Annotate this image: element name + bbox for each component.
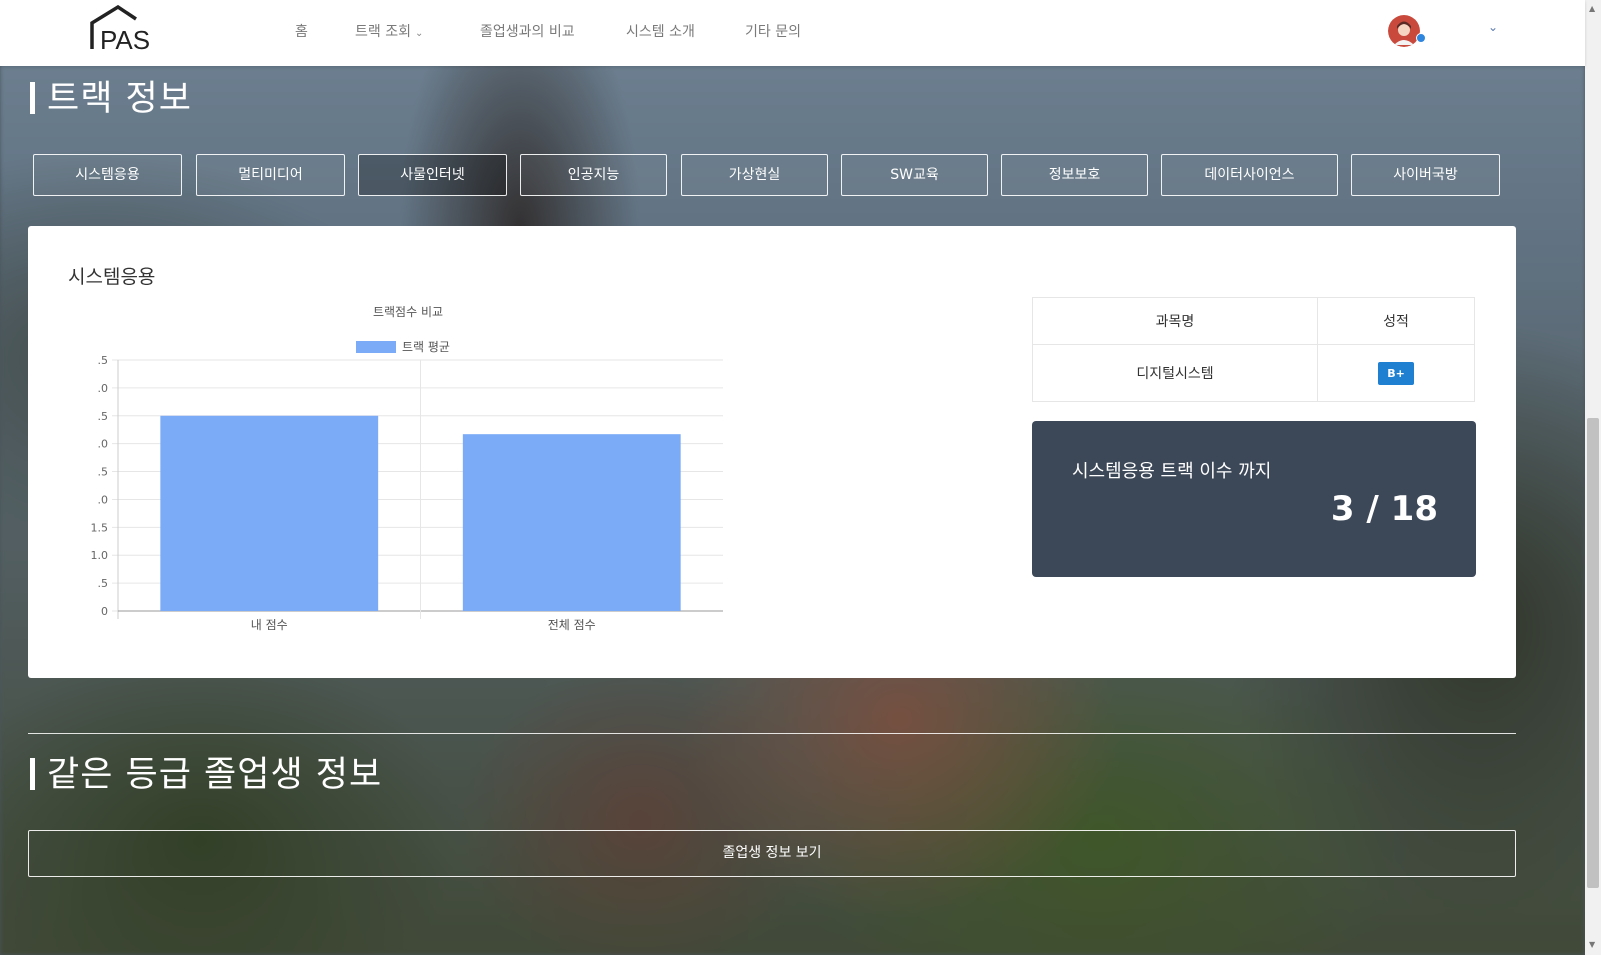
- y-tick-label: 1.0: [91, 549, 109, 562]
- nav-graduate-label: 졸업생과의 비교: [480, 24, 575, 40]
- course-table: 과목명 성적 디지털시스템 B+: [1032, 297, 1475, 402]
- nav-graduate-compare[interactable]: 졸업생과의 비교: [480, 21, 575, 41]
- bar-all-score: [462, 434, 681, 611]
- x-tick-label: 내 점수: [251, 618, 288, 632]
- pas-logo[interactable]: PAS: [88, 5, 158, 53]
- tab-info-security[interactable]: 정보보호: [1001, 154, 1148, 196]
- nav-other-inquiry[interactable]: 기타 문의: [745, 21, 801, 41]
- nav-home-label: 홈: [295, 24, 308, 40]
- avatar-icon: [1388, 15, 1420, 47]
- y-tick-label: .5: [98, 466, 109, 479]
- scroll-down-arrow-icon[interactable]: ▼: [1589, 940, 1595, 949]
- tab-iot[interactable]: 사물인터넷: [358, 154, 507, 196]
- header-course-name: 과목명: [1032, 297, 1318, 345]
- track-info-title: 트랙 정보: [30, 70, 192, 121]
- graduate-info-title-text: 같은 등급 졸업생 정보: [47, 755, 383, 795]
- chevron-down-icon: ⌄: [414, 28, 424, 39]
- card-title: 시스템응용: [68, 266, 156, 288]
- table-row: 디지털시스템 B+: [1032, 344, 1475, 402]
- nav-home[interactable]: 홈: [295, 21, 308, 41]
- progress-value: 3 / 18: [1330, 489, 1438, 529]
- y-tick-label: .0: [98, 438, 109, 451]
- progress-label: 시스템응용 트랙 이수 까지: [1072, 461, 1272, 482]
- y-tick-label: .5: [98, 354, 109, 367]
- tab-vr[interactable]: 가상현실: [681, 154, 828, 196]
- graduate-info-title: 같은 등급 졸업생 정보: [30, 746, 382, 797]
- online-status-dot: [1416, 33, 1426, 43]
- nav-track-label: 트랙 조회: [355, 24, 411, 40]
- legend-label: 트랙 평균: [402, 340, 450, 354]
- track-progress-box: 시스템응용 트랙 이수 까지 3 / 18: [1032, 421, 1476, 577]
- logo-text: PAS: [100, 25, 150, 53]
- chart-title: 트랙점수 비교: [373, 305, 443, 319]
- title-accent-bar: [30, 758, 35, 790]
- header-grade: 성적: [1317, 297, 1475, 345]
- y-tick-label: 1.5: [91, 521, 109, 534]
- tab-ai[interactable]: 인공지능: [520, 154, 667, 196]
- view-graduate-info-button[interactable]: 졸업생 정보 보기: [28, 830, 1516, 877]
- track-score-chart: 트랙점수 비교트랙 평균 0 .5 1.0 1.5 .0 .5 .0 .5 .0 .5 내 점수 전체 …: [58, 296, 758, 646]
- tab-multimedia[interactable]: 멀티미디어: [196, 154, 345, 196]
- scrollbar-thumb[interactable]: [1587, 418, 1599, 888]
- tab-sw-education[interactable]: SW교육: [841, 154, 988, 196]
- user-avatar[interactable]: [1388, 15, 1420, 47]
- tab-cyber-defense[interactable]: 사이버국방: [1351, 154, 1500, 196]
- title-accent-bar: [30, 82, 35, 114]
- track-detail-card: 시스템응용 트랙점수 비교트랙 평균 0 .5 1.0 1.5 .0 .5 .0 .5 .0 .5 내…: [28, 226, 1516, 678]
- nav-system-label: 시스템 소개: [626, 24, 695, 40]
- tab-system-application[interactable]: 시스템응용: [33, 154, 182, 196]
- nav-inquiry-label: 기타 문의: [745, 24, 801, 40]
- track-info-title-text: 트랙 정보: [47, 79, 192, 119]
- legend-swatch: [356, 341, 396, 353]
- nav-system-intro[interactable]: 시스템 소개: [626, 21, 695, 41]
- scroll-up-arrow-icon[interactable]: ▲: [1589, 4, 1595, 13]
- table-header-row: 과목명 성적: [1032, 297, 1475, 345]
- y-tick-label: .5: [98, 410, 109, 423]
- section-divider: [28, 733, 1516, 734]
- grade-cell: B+: [1317, 344, 1475, 402]
- y-tick-label: 0: [101, 605, 108, 618]
- y-tick-label: .0: [98, 382, 109, 395]
- tab-data-science[interactable]: 데이터사이언스: [1161, 154, 1338, 196]
- nav-track-lookup[interactable]: 트랙 조회 ⌄: [355, 21, 423, 41]
- chart-svg: 트랙점수 비교트랙 평균 0 .5 1.0 1.5 .0 .5 .0 .5 .0 .5 내 점수 전체 …: [91, 305, 723, 632]
- top-navbar: PAS 홈 트랙 조회 ⌄ 졸업생과의 비교 시스템 소개 기타 문의 ⌄: [0, 0, 1585, 66]
- x-tick-label: 전체 점수: [548, 618, 596, 632]
- y-tick-label: .0: [98, 493, 109, 506]
- grade-badge: B+: [1378, 361, 1414, 385]
- y-tick-label: .5: [98, 577, 109, 590]
- course-name-cell: 디지털시스템: [1032, 344, 1318, 402]
- bar-my-score: [160, 415, 379, 611]
- user-menu-chevron-icon[interactable]: ⌄: [1488, 20, 1498, 34]
